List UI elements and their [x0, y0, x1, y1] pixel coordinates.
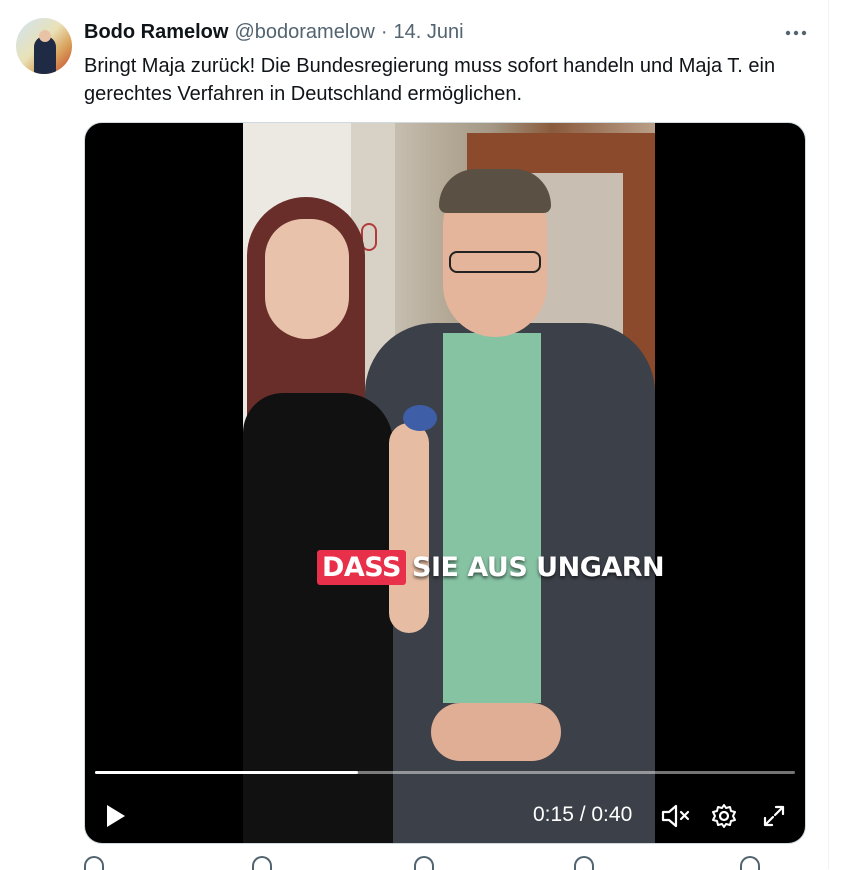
microphone	[403, 405, 437, 431]
progress-bar-fill	[95, 771, 358, 774]
views-icon[interactable]	[574, 856, 594, 870]
man-shirt	[443, 333, 541, 703]
author-handle[interactable]: @bodoramelow	[234, 21, 374, 44]
bookmark-icon[interactable]	[740, 856, 760, 870]
tweet-header: Bodo Ramelow @bodoramelow · 14. Juni	[84, 20, 464, 44]
video-player[interactable]: DASS SIE AUS UNGARN 0:15 / 0:40	[84, 122, 806, 844]
avatar-head	[39, 30, 51, 42]
fullscreen-button[interactable]	[757, 799, 791, 833]
tweet-date[interactable]: 14. Juni	[394, 21, 464, 44]
woman-face	[265, 219, 349, 339]
video-caption: DASS SIE AUS UNGARN	[317, 547, 665, 587]
mute-button[interactable]	[659, 799, 693, 833]
reply-icon[interactable]	[84, 856, 104, 870]
woman-arm	[389, 423, 429, 633]
caption-highlight: DASS	[317, 549, 406, 585]
tweet-text: Bringt Maja zurück! Die Bundesregierung …	[84, 55, 776, 105]
separator-dot: ·	[380, 20, 388, 43]
play-icon	[107, 805, 125, 827]
progress-bar[interactable]	[95, 771, 795, 774]
man-hands	[431, 703, 561, 761]
volume-muted-icon	[661, 804, 690, 828]
gear-icon	[712, 804, 736, 828]
man-hair	[439, 169, 551, 213]
tweet-actions-row	[84, 856, 806, 870]
like-icon[interactable]	[414, 856, 434, 870]
video-frame[interactable]	[243, 123, 655, 843]
play-button[interactable]	[99, 799, 133, 833]
caption-text: SIE AUS UNGARN	[412, 551, 665, 583]
timeline-divider	[828, 0, 829, 869]
settings-button[interactable]	[707, 799, 741, 833]
time-display: 0:15 / 0:40	[533, 803, 633, 826]
more-horizontal-icon	[785, 30, 807, 36]
retweet-icon[interactable]	[252, 856, 272, 870]
more-options-button[interactable]	[780, 22, 812, 44]
woman-body	[243, 393, 393, 843]
avatar[interactable]	[16, 18, 72, 74]
fullscreen-icon	[763, 805, 785, 827]
glasses	[449, 251, 541, 273]
author-name[interactable]: Bodo Ramelow	[84, 21, 228, 44]
